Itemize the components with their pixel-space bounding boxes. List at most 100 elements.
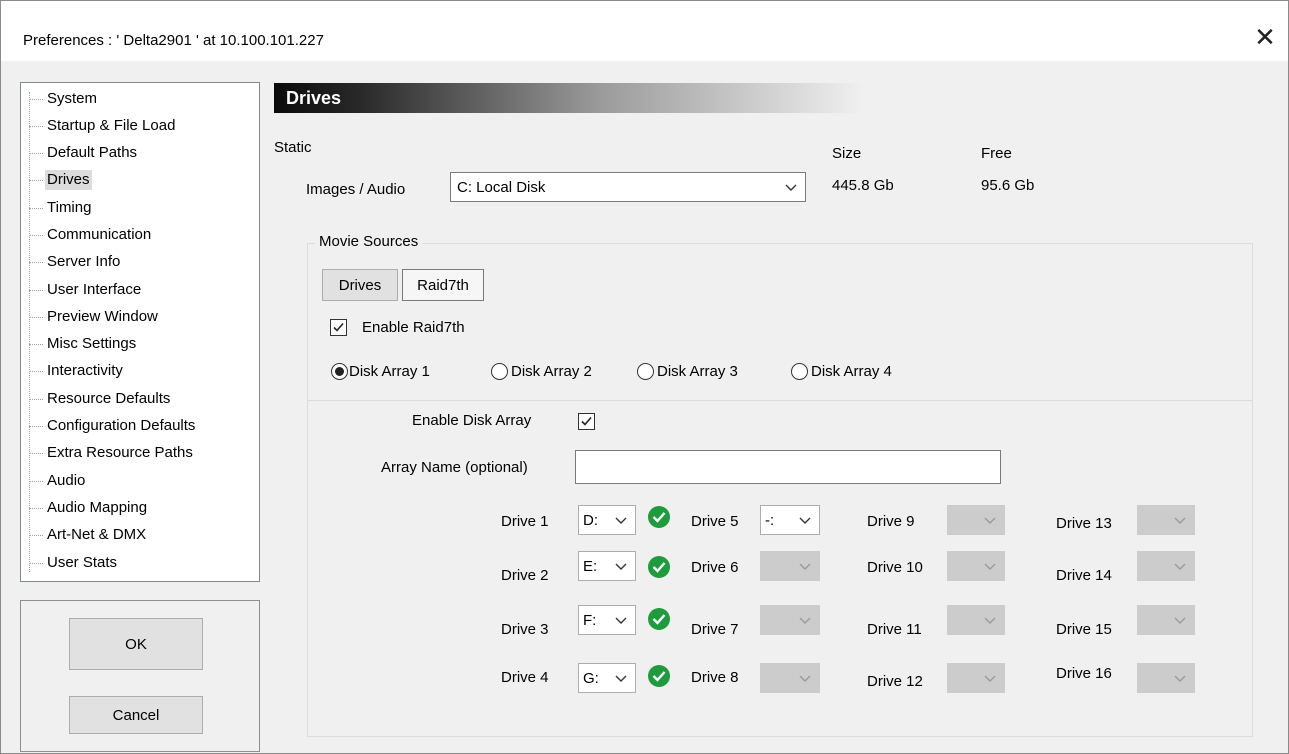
drive-4-select[interactable]: G: [578,663,636,693]
drive-7-select[interactable] [760,605,820,635]
drive-11-select[interactable] [947,605,1005,635]
chevron-down-icon [984,617,996,624]
close-button[interactable]: ✕ [1242,17,1288,57]
tree-item-system[interactable]: System [29,88,99,110]
array-name-input[interactable] [575,450,1001,484]
drive-1-select[interactable]: D: [578,505,636,535]
title-bar: Preferences : ' Delta2901 ' at 10.100.10… [1,1,1288,61]
disk-array-2-radio[interactable] [491,363,508,380]
drive-5-select[interactable]: -: [760,505,820,535]
tree-item-label: Startup & File Load [47,117,176,134]
drive-1-label: Drive 1 [501,513,549,530]
drive-3-ok-icon [648,608,670,630]
drive-2-select[interactable]: E: [578,551,636,581]
tree-item-communication[interactable]: Communication [29,224,153,246]
tree-item-resource-defaults[interactable]: Resource Defaults [29,388,172,410]
cancel-button[interactable]: Cancel [69,696,203,734]
disk-array-3-radio[interactable] [637,363,654,380]
check-icon [581,416,592,426]
tree-item-label: Interactivity [47,362,123,379]
tree-item-audio-mapping[interactable]: Audio Mapping [29,497,149,519]
chevron-down-icon [799,617,811,624]
tree-item-label: Drives [45,170,92,190]
drive-15-select[interactable] [1137,605,1195,635]
tab-drives[interactable]: Drives [322,269,398,301]
tree-item-label: Timing [47,199,92,216]
drive-16-select[interactable] [1137,663,1195,693]
chevron-down-icon [615,517,627,524]
tree-item-label: Misc Settings [47,335,137,352]
close-icon: ✕ [1254,21,1276,52]
tree-item-label: Art-Net & DMX [47,526,147,543]
drive-5-value: -: [765,511,775,529]
tree-item-user-stats[interactable]: User Stats [29,552,119,574]
drive-8-select[interactable] [760,663,820,693]
drive-16-label: Drive 16 [1056,665,1112,682]
static-label: Static [274,139,312,156]
tree-item-label: User Stats [47,554,118,571]
size-header: Size [832,145,862,162]
tree-item-server-info[interactable]: Server Info [29,251,122,273]
drive-4-label: Drive 4 [501,669,549,686]
tree-item-label: Extra Resource Paths [47,444,193,461]
enable-raid7th-checkbox[interactable] [330,319,347,336]
drive-1-ok-icon [648,506,670,528]
tree-item-startup-file-load[interactable]: Startup & File Load [29,115,177,137]
tree-item-misc-settings[interactable]: Misc Settings [29,333,138,355]
tree-item-drives[interactable]: Drives [29,169,92,191]
disk-array-1-label: Disk Array 1 [349,363,430,380]
drive-3-value: F: [583,611,597,629]
chevron-down-icon [1174,675,1186,682]
tree-item-default-paths[interactable]: Default Paths [29,142,139,164]
chevron-down-icon [615,675,627,682]
drive-3-select[interactable]: F: [578,605,636,635]
drive-1-value: D: [583,511,598,529]
drive-2-label: Drive 2 [501,567,549,584]
enable-disk-array-label: Enable Disk Array [412,412,532,429]
disk-array-3-label: Disk Array 3 [657,363,738,380]
size-value: 445.8 Gb [832,177,894,194]
tree-item-audio[interactable]: Audio [29,470,87,492]
images-audio-select[interactable]: C: Local Disk [450,172,806,202]
drive-7-label: Drive 7 [691,621,739,638]
drive-11-label: Drive 11 [867,621,922,638]
tree-item-label: Server Info [47,253,121,270]
enable-disk-array-checkbox[interactable] [578,413,595,430]
tree-item-art-net-dmx[interactable]: Art-Net & DMX [29,524,148,546]
movie-sources-title: Movie Sources [315,233,423,250]
preferences-tree: System Startup & File Load Default Paths… [20,82,260,582]
ok-button[interactable]: OK [69,618,203,670]
tree-item-label: Resource Defaults [47,390,171,407]
drive-13-select[interactable] [1137,505,1195,535]
disk-array-4-radio[interactable] [791,363,808,380]
dialog-button-panel: OK Cancel [20,600,260,752]
drive-12-select[interactable] [947,663,1005,693]
tree-item-interactivity[interactable]: Interactivity [29,360,125,382]
tree-item-timing[interactable]: Timing [29,197,93,219]
tree-item-extra-resource-paths[interactable]: Extra Resource Paths [29,442,195,464]
drive-14-select[interactable] [1137,551,1195,581]
chevron-down-icon [984,563,996,570]
tree-item-preview-window[interactable]: Preview Window [29,306,160,328]
tree-item-user-interface[interactable]: User Interface [29,279,143,301]
tab-raid7th[interactable]: Raid7th [402,269,484,301]
free-header: Free [981,145,1012,162]
drive-9-select[interactable] [947,505,1005,535]
drive-6-select[interactable] [760,551,820,581]
chevron-down-icon [984,675,996,682]
free-value: 95.6 Gb [981,177,1035,194]
tree-item-configuration-defaults[interactable]: Configuration Defaults [29,415,197,437]
chevron-down-icon [984,517,996,524]
drive-10-select[interactable] [947,551,1005,581]
section-header: Drives [274,83,864,113]
drive-4-value: G: [583,669,599,687]
array-name-label: Array Name (optional) [381,459,528,476]
disk-array-2-label: Disk Array 2 [511,363,592,380]
disk-array-1-radio[interactable] [331,363,348,380]
chevron-down-icon [1174,563,1186,570]
tree-item-label: Audio [47,472,86,489]
drive-3-label: Drive 3 [501,621,549,638]
tree-item-label: Configuration Defaults [47,417,196,434]
drive-13-label: Drive 13 [1056,515,1112,532]
enable-raid7th-label: Enable Raid7th [362,319,465,336]
